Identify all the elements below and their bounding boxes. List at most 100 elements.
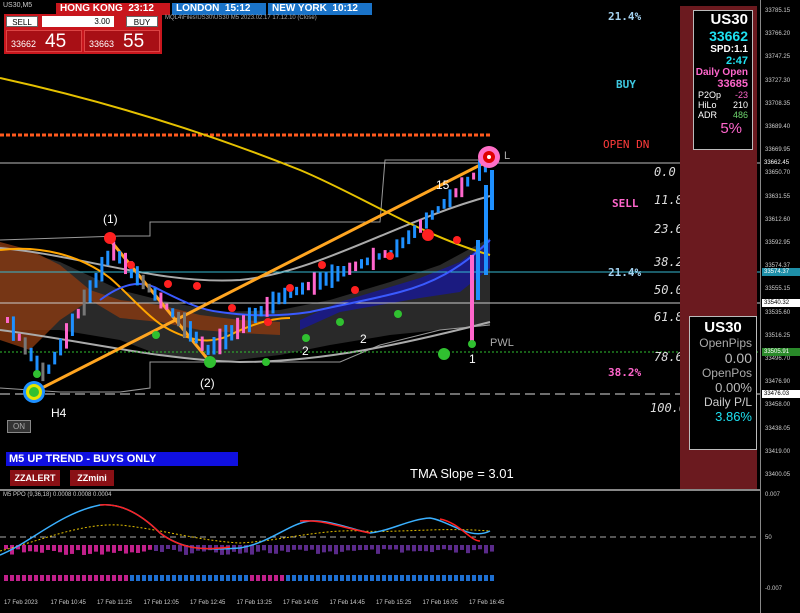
price-axis-label: 33555.15	[765, 286, 791, 293]
ppo-indicator[interactable]	[0, 493, 760, 593]
price-axis-label: 33419.00	[765, 448, 791, 455]
fib-78: 78.6	[654, 350, 683, 364]
candle	[218, 328, 222, 355]
ppo-strength-bar	[142, 545, 146, 552]
candle	[11, 316, 15, 341]
ppo-histogram-bar	[94, 575, 98, 581]
candle	[283, 287, 287, 305]
on-button[interactable]: ON	[7, 420, 31, 433]
ppo-strength-bar	[412, 545, 416, 552]
candle	[306, 281, 310, 291]
ppo-histogram-bar	[370, 575, 374, 581]
ppo-histogram-bar	[82, 575, 86, 581]
ppo-histogram-bar	[214, 575, 218, 581]
candle	[147, 283, 151, 293]
ppo-histogram-bar	[274, 575, 278, 581]
candle	[324, 271, 328, 286]
ppo-strength-bar	[304, 545, 308, 551]
zzmini-button[interactable]: ZZmini	[70, 470, 114, 486]
p2op-row: P2Op -23	[698, 90, 748, 100]
ppo-strength-bar	[22, 545, 26, 553]
signal-sell: SELL	[612, 197, 639, 210]
candle	[476, 240, 480, 300]
ppo-histogram-bar	[196, 575, 200, 581]
ppo-histogram-bar	[88, 575, 92, 581]
bottom-symbol: US30	[704, 319, 742, 336]
ppo-strength-bar	[358, 545, 362, 551]
ppo-histogram-bar	[436, 575, 440, 581]
candle	[336, 265, 340, 282]
time-axis-label: 17 Feb 14:05	[283, 600, 319, 606]
ppo-strength-bar	[292, 545, 296, 550]
candle	[360, 259, 363, 269]
trend-banner: M5 UP TREND - BUYS ONLY	[6, 452, 238, 466]
candle	[395, 239, 399, 258]
ppo-histogram-bar	[340, 575, 344, 581]
ppo-strength-bar	[118, 545, 122, 551]
sell-small-button[interactable]: SELL	[6, 16, 38, 27]
indicator-scale-top: 0.007	[765, 492, 781, 498]
lot-size-input[interactable]: 3.00	[42, 16, 114, 27]
candle	[265, 296, 269, 317]
zzalert-button[interactable]: ZZALERT	[10, 470, 60, 486]
price-axis-label: 33592.95	[765, 240, 791, 246]
candle	[53, 351, 57, 365]
price-chart[interactable]	[0, 0, 760, 490]
ppo-histogram-bar	[238, 575, 242, 581]
candle	[171, 308, 175, 318]
one-click-trade-panel: SELL 3.00 BUY 33662 45 33663 55	[4, 14, 162, 54]
ppo-strength-bar	[220, 545, 224, 555]
ppo-histogram-bar	[130, 575, 134, 581]
ppo-histogram-bar	[262, 575, 266, 581]
candle	[448, 189, 452, 208]
percent-low: 38.2%	[608, 366, 642, 379]
ppo-strength-bar	[100, 545, 104, 555]
ppo-strength-bar	[172, 545, 176, 550]
ppo-histogram-bar	[382, 575, 386, 581]
ppo-histogram-bar	[358, 575, 362, 581]
ppo-histogram-bar	[292, 575, 296, 581]
buy-small-button[interactable]: BUY	[126, 16, 158, 27]
candle	[76, 308, 80, 319]
ppo-histogram-bar	[406, 575, 410, 581]
sell-dot	[453, 236, 461, 244]
ppo-strength-bar	[160, 545, 164, 552]
ppo-histogram-bar	[484, 575, 488, 581]
ppo-histogram-bar	[28, 575, 32, 581]
sell-dot	[386, 252, 394, 260]
ppo-strength-bar	[274, 545, 278, 554]
ppo-histogram-bar	[442, 575, 446, 581]
ppo-histogram-bar	[166, 575, 170, 581]
sell-dot	[422, 229, 434, 241]
ppo-histogram-bar	[412, 575, 416, 581]
candle	[318, 272, 322, 290]
ppo-histogram-bar	[430, 575, 434, 581]
candle	[183, 312, 186, 339]
ppo-histogram-bar	[322, 575, 326, 581]
ppo-strength-bar	[94, 545, 98, 552]
ppo-histogram-bar	[490, 575, 494, 581]
candle	[377, 253, 381, 260]
price-tag: 33540.32	[762, 299, 800, 307]
ppo-strength-bar	[34, 545, 38, 552]
candle	[401, 237, 405, 249]
top-spread: SPD:1.1	[710, 44, 748, 55]
ppo-histogram-bar	[418, 575, 422, 581]
price-tag: 33476.03	[762, 390, 800, 398]
sell-price-button[interactable]: 33662 45	[6, 30, 82, 52]
candle	[153, 288, 157, 301]
ppo-histogram-bar	[286, 575, 290, 581]
candle	[301, 282, 304, 295]
ppo-strength-bar	[298, 545, 302, 550]
l-label: L	[504, 150, 511, 162]
sell-dot	[104, 232, 116, 244]
wave-label-2a: 2	[302, 344, 309, 358]
ppo-strength-bar	[322, 545, 326, 553]
ppo-strength-bar	[130, 545, 134, 553]
sell-dot	[351, 286, 359, 294]
h4-label: H4	[51, 406, 67, 420]
gray-band-upper	[0, 195, 491, 282]
buy-price-button[interactable]: 33663 55	[84, 30, 160, 52]
ppo-strength-bar	[238, 545, 242, 554]
price-tag: 33662.45	[762, 159, 800, 167]
